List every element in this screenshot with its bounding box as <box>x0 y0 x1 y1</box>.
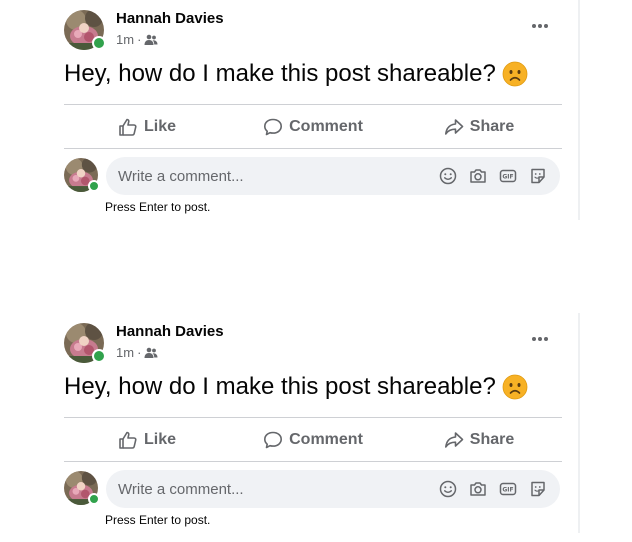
post-actions: Like Comment Share <box>64 418 562 461</box>
share-arrow-icon <box>444 431 464 448</box>
dot-icon <box>544 337 548 341</box>
like-label: Like <box>143 117 176 135</box>
dot-icon <box>532 337 536 341</box>
comment-tools: GIF <box>438 479 560 499</box>
more-options-button[interactable] <box>528 331 552 347</box>
avatar[interactable] <box>64 323 106 363</box>
meta-separator: · <box>137 32 142 47</box>
post-text: Hey, how do I make this post shareable? <box>64 60 496 87</box>
gif-icon[interactable]: GIF <box>498 166 518 186</box>
post-content: Hey, how do I make this post shareable? <box>64 373 528 401</box>
camera-icon[interactable] <box>468 166 488 186</box>
sad-face-emoji <box>502 374 528 400</box>
author-name[interactable]: Hannah Davies <box>116 10 224 27</box>
svg-text:GIF: GIF <box>502 174 513 181</box>
sticker-icon[interactable] <box>528 479 548 499</box>
more-options-button[interactable] <box>528 18 552 34</box>
comment-composer: GIF <box>106 156 560 196</box>
comment-composer: GIF <box>106 469 560 509</box>
dot-icon <box>538 337 542 341</box>
like-button[interactable]: Like <box>64 418 230 461</box>
sticker-icon[interactable] <box>528 166 548 186</box>
like-button[interactable]: Like <box>64 105 230 148</box>
share-button[interactable]: Share <box>396 418 562 461</box>
online-indicator <box>92 349 106 363</box>
comment-button[interactable]: Comment <box>230 418 396 461</box>
post-meta: 1m · <box>116 345 158 360</box>
press-enter-hint: Press Enter to post. <box>105 513 211 527</box>
camera-icon[interactable] <box>468 479 488 499</box>
comment-label: Comment <box>289 430 363 448</box>
post-time[interactable]: 1m <box>116 345 134 360</box>
comment-input[interactable] <box>106 156 438 196</box>
press-enter-hint: Press Enter to post. <box>105 200 211 214</box>
comment-button[interactable]: Comment <box>230 105 396 148</box>
avatar[interactable] <box>64 10 106 50</box>
comment-label: Comment <box>289 117 363 135</box>
like-label: Like <box>143 430 176 448</box>
comment-input[interactable] <box>106 469 438 509</box>
sad-face-emoji <box>502 61 528 87</box>
author-name[interactable]: Hannah Davies <box>116 323 224 340</box>
emoji-icon[interactable] <box>438 166 458 186</box>
post-meta: 1m · <box>116 32 158 47</box>
comment-bubble-icon <box>264 431 283 448</box>
post-card: Hannah Davies 1m · Hey, how do I make th… <box>48 313 580 533</box>
post-time[interactable]: 1m <box>116 32 134 47</box>
share-arrow-icon <box>444 118 464 135</box>
post-content: Hey, how do I make this post shareable? <box>64 60 528 88</box>
friends-icon[interactable] <box>144 34 158 46</box>
post-actions: Like Comment Share <box>64 105 562 148</box>
friends-icon[interactable] <box>144 347 158 359</box>
comment-bubble-icon <box>264 118 283 135</box>
comment-tools: GIF <box>438 166 560 186</box>
dot-icon <box>532 24 536 28</box>
gif-icon[interactable]: GIF <box>498 479 518 499</box>
meta-separator: · <box>137 345 142 360</box>
divider <box>64 148 562 149</box>
share-label: Share <box>469 430 515 448</box>
dot-icon <box>544 24 548 28</box>
commenter-avatar[interactable] <box>64 471 100 505</box>
online-indicator <box>88 180 100 192</box>
dot-icon <box>538 24 542 28</box>
thumbs-up-icon <box>119 431 137 449</box>
divider <box>64 461 562 462</box>
online-indicator <box>88 493 100 505</box>
svg-text:GIF: GIF <box>502 487 513 494</box>
share-button[interactable]: Share <box>396 105 562 148</box>
share-label: Share <box>469 117 515 135</box>
commenter-avatar[interactable] <box>64 158 100 192</box>
emoji-icon[interactable] <box>438 479 458 499</box>
post-text: Hey, how do I make this post shareable? <box>64 373 496 400</box>
thumbs-up-icon <box>119 118 137 136</box>
post-card: Hannah Davies 1m · Hey, how do I make th… <box>48 0 580 220</box>
online-indicator <box>92 36 106 50</box>
